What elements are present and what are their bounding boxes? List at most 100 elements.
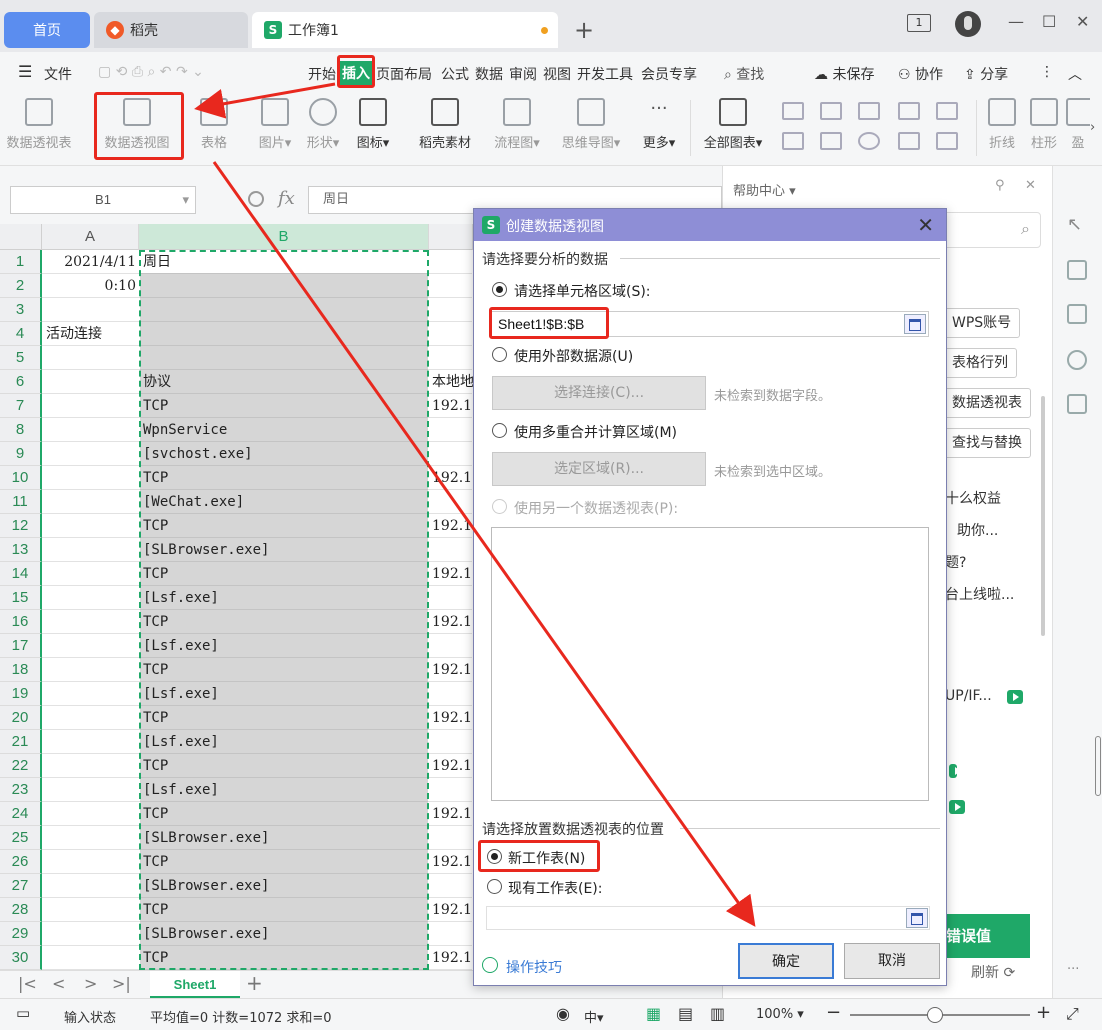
help-link-3[interactable]: 题? (945, 552, 966, 572)
stock-chart-icon[interactable] (936, 102, 958, 120)
help-chip-wps-account[interactable]: WPS账号 (943, 308, 1021, 338)
menu-developer[interactable]: 开发工具 (577, 64, 633, 84)
row-header[interactable]: 15 (0, 586, 42, 610)
error-value-cta[interactable]: 错误值 (940, 914, 1030, 958)
radio-cell-range[interactable] (492, 282, 507, 297)
cell-a[interactable] (42, 874, 138, 898)
row-header[interactable]: 30 (0, 946, 42, 970)
cell-c[interactable]: 192.1 (430, 562, 474, 586)
bubble-chart-icon[interactable] (936, 132, 958, 150)
share-button[interactable]: ⇪ 分享 (964, 64, 1008, 84)
cell-b[interactable]: TCP (140, 802, 428, 826)
radar-chart-icon[interactable] (898, 102, 920, 120)
row-header[interactable]: 21 (0, 730, 42, 754)
help-link-2[interactable]: 助你... (957, 520, 998, 540)
last-sheet-icon[interactable]: >| (112, 974, 131, 993)
menu-file[interactable]: 文件 (44, 64, 72, 84)
row-header[interactable]: 7 (0, 394, 42, 418)
row-header[interactable]: 10 (0, 466, 42, 490)
cell-b[interactable]: TCP (140, 466, 428, 490)
existing-sheet-input[interactable] (486, 906, 930, 930)
cell-c[interactable]: 192.1 (430, 802, 474, 826)
cell-b[interactable]: [Lsf.exe] (140, 682, 428, 706)
column-chart-icon[interactable] (782, 102, 804, 120)
column-header-b[interactable]: B (139, 224, 429, 250)
tips-link[interactable]: 操作技巧 (506, 957, 562, 977)
cell-b[interactable] (140, 346, 428, 370)
more-horizontal-icon[interactable]: ··· (1067, 962, 1079, 977)
menu-view[interactable]: 视图 (543, 64, 571, 84)
cell-b[interactable]: TCP (140, 658, 428, 682)
cell-b[interactable] (140, 322, 428, 346)
flowchart-button[interactable]: 流程图▾ (482, 98, 552, 151)
row-header[interactable]: 3 (0, 298, 42, 322)
column-sparkline-button[interactable]: 柱形 (1024, 98, 1064, 151)
row-header[interactable]: 22 (0, 754, 42, 778)
backup-icon[interactable] (1067, 394, 1087, 414)
pointer-icon[interactable]: ↖ (1067, 214, 1087, 235)
cell-a[interactable]: 2021/4/11 (42, 250, 138, 274)
area-chart-icon[interactable] (782, 132, 804, 150)
page-view-icon[interactable]: ▤ (678, 1004, 693, 1023)
winloss-sparkline-button[interactable]: 盈 (1066, 98, 1090, 151)
row-header[interactable]: 17 (0, 634, 42, 658)
cell-a[interactable] (42, 418, 138, 442)
cell-b[interactable]: [SLBrowser.exe] (140, 874, 428, 898)
cell-a[interactable] (42, 706, 138, 730)
cell-c[interactable] (430, 490, 474, 514)
new-tab-button[interactable]: + (574, 16, 594, 44)
cell-b[interactable]: TCP (140, 706, 428, 730)
row-header[interactable]: 6 (0, 370, 42, 394)
cell-c[interactable] (430, 298, 474, 322)
cell-c[interactable] (430, 826, 474, 850)
row-header[interactable]: 9 (0, 442, 42, 466)
cell-b[interactable]: TCP (140, 946, 428, 970)
help-chip-pivot-table[interactable]: 数据透视表 (943, 388, 1031, 418)
radio-new-sheet-label[interactable]: 新工作表(N) (508, 848, 585, 868)
minimize-icon[interactable]: — (1008, 12, 1024, 31)
cell-c[interactable] (430, 634, 474, 658)
zoom-out-icon[interactable]: − (826, 1002, 841, 1023)
help-chip-table-rows[interactable]: 表格行列 (943, 348, 1017, 378)
dialog-close-icon[interactable]: ✕ (917, 213, 934, 237)
cell-b[interactable]: [WeChat.exe] (140, 490, 428, 514)
cell-b[interactable]: [Lsf.exe] (140, 778, 428, 802)
cell-a[interactable] (42, 394, 138, 418)
cell-c[interactable]: 192.1 (430, 514, 474, 538)
row-header[interactable]: 8 (0, 418, 42, 442)
cell-a[interactable] (42, 610, 138, 634)
row-header[interactable]: 12 (0, 514, 42, 538)
cell-a[interactable] (42, 586, 138, 610)
cell-c[interactable]: 192.1 (430, 610, 474, 634)
cell-a[interactable] (42, 298, 138, 322)
pane-scrollbar[interactable] (1095, 736, 1101, 796)
cell-b[interactable]: [SLBrowser.exe] (140, 538, 428, 562)
quick-access-toolbar[interactable]: ▢ ⟲ ⎙ ⌕ ↶ ↷ ⌄ (98, 64, 204, 80)
play-icon[interactable] (1007, 690, 1023, 704)
tab-home[interactable]: 首页 (4, 12, 90, 48)
cell-b[interactable]: TCP (140, 394, 428, 418)
zoom-slider-knob[interactable] (927, 1007, 943, 1023)
radio-multi-consolidation[interactable] (492, 423, 507, 438)
help-search-input[interactable]: ⌕ (943, 212, 1041, 248)
fx-icon[interactable]: fx (278, 188, 295, 209)
radio-new-sheet[interactable] (487, 849, 502, 864)
range-picker-icon[interactable] (904, 314, 926, 334)
sheet-tab-sheet1[interactable]: Sheet1 (150, 971, 240, 998)
row-header[interactable]: 13 (0, 538, 42, 562)
cell-c[interactable]: 192.1 (430, 706, 474, 730)
cell-a[interactable]: 活动连接 (42, 322, 138, 346)
cell-a[interactable]: 0:10 (42, 274, 138, 298)
cell-c[interactable]: 192.1 (430, 754, 474, 778)
ribbon-scroll-right-icon[interactable]: › (1090, 120, 1095, 135)
search-button[interactable]: ⌕ 查找 (724, 64, 764, 84)
ok-button[interactable]: 确定 (738, 943, 834, 979)
cell-b[interactable]: 周日 (140, 250, 428, 274)
pin-icon[interactable]: ⚲ (995, 178, 1005, 193)
column-header-a[interactable]: A (42, 224, 139, 250)
help-title[interactable]: 帮助中心 ▾ (733, 180, 796, 199)
settings-sliders-icon[interactable] (1067, 260, 1087, 280)
daoke-material-button[interactable]: 稻壳素材 (410, 98, 480, 151)
normal-view-icon[interactable]: ▦ (646, 1004, 661, 1023)
cell-a[interactable] (42, 898, 138, 922)
